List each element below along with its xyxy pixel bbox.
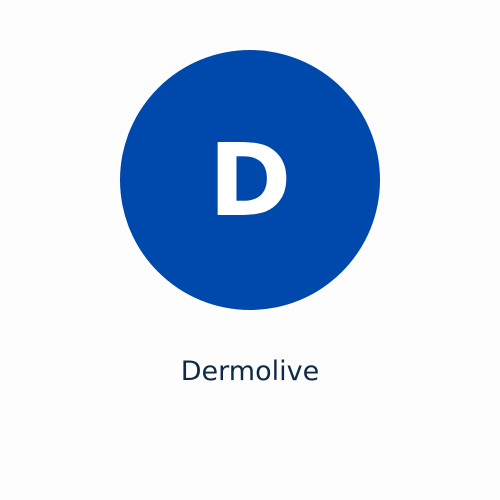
app-name-label: Dermolive bbox=[180, 356, 320, 387]
app-icon-tile[interactable]: D Dermolive bbox=[0, 0, 500, 500]
app-avatar[interactable]: D bbox=[120, 50, 380, 310]
app-avatar-initial: D bbox=[208, 122, 292, 239]
